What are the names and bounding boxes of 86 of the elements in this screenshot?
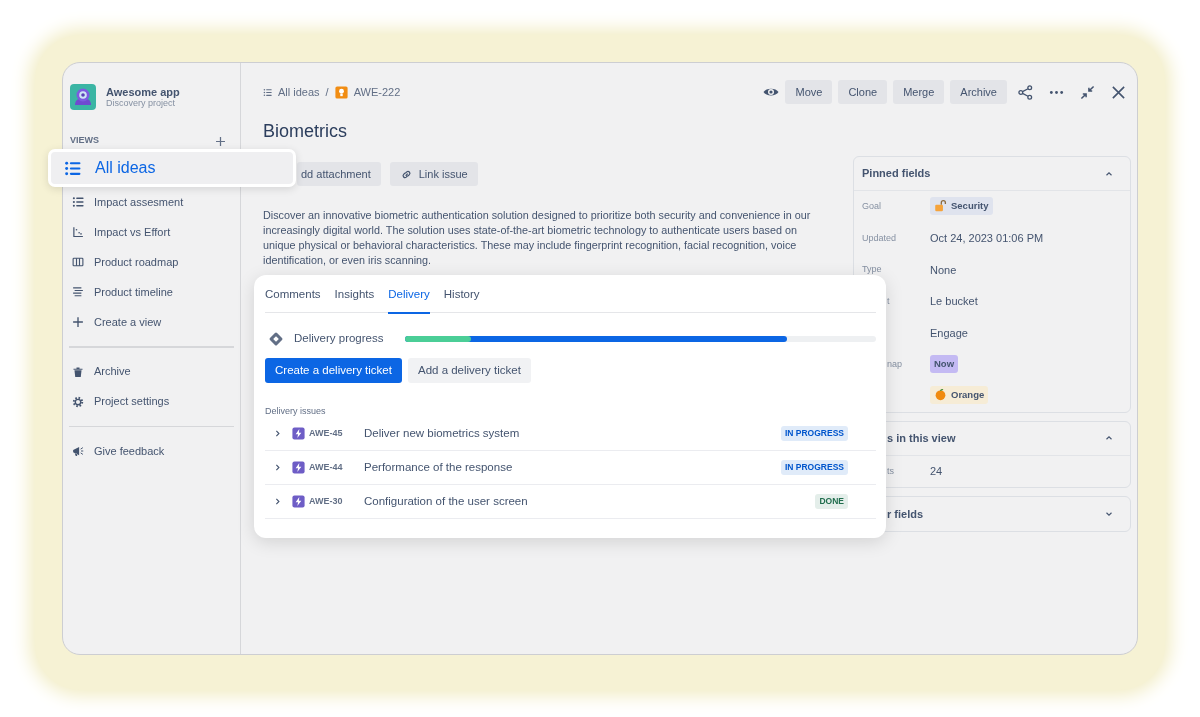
panel-title: s in this view (887, 430, 956, 446)
bolt-icon (292, 461, 305, 474)
chart-icon (72, 226, 84, 238)
action-button[interactable]: Clone (838, 80, 888, 104)
settings-icon (72, 395, 84, 408)
progress-label: Delivery progress (294, 331, 384, 347)
action-button[interactable]: Merge (893, 80, 945, 104)
lock-icon (934, 199, 947, 213)
field-tag: Security (930, 196, 993, 215)
plus-icon (72, 316, 84, 328)
issue-key: AWE-30 (309, 494, 364, 509)
section-heading: Delivery issues (265, 405, 327, 417)
sidebar-item[interactable]: All ideas (48, 149, 296, 187)
issue-row[interactable]: AWE-30 Configuration of the user screen DONE (265, 485, 876, 519)
app-name: Awesome app (106, 85, 180, 98)
field-label: Goal (862, 201, 881, 211)
tab[interactable]: Insights (334, 275, 375, 314)
bolt-icon (292, 495, 305, 508)
sidebar-item[interactable]: Archive (63, 356, 240, 387)
issue-summary: Configuration of the user screen (364, 493, 528, 509)
field-label: nap (887, 357, 903, 371)
field-tag: Now (930, 355, 959, 374)
status-lozenge: IN PROGRESS (780, 426, 848, 441)
sidebar-item[interactable]: Impact assesment (63, 187, 240, 217)
field-tag: Orange (930, 385, 989, 404)
field-label: ts (887, 464, 894, 478)
idea-icon (334, 85, 348, 99)
section-heading: VIEWS (70, 134, 99, 148)
tab[interactable]: History (443, 275, 480, 314)
collapse-icon[interactable] (1080, 84, 1095, 100)
panel-header[interactable]: Pinned fields (854, 157, 1130, 191)
field-value: Oct 24, 2023 01:06 PM (930, 232, 1044, 244)
trash-icon (72, 365, 84, 378)
action-button[interactable]: Move (785, 80, 833, 104)
project-name: Discovery project (106, 97, 176, 109)
list-icon (64, 159, 81, 177)
issue-row[interactable]: AWE-44 Performance of the response IN PROGRESS (265, 451, 876, 485)
action-button[interactable]: Archive (950, 80, 1007, 104)
status-lozenge: DONE (815, 494, 848, 509)
field-value: Le bucket (930, 295, 978, 307)
idea-title: Biometrics (263, 120, 348, 143)
close-icon[interactable] (1111, 84, 1126, 100)
breadcrumb-link[interactable]: All ideas (278, 83, 320, 101)
ticket-button[interactable]: Add a delivery ticket (407, 358, 531, 383)
issue-summary: Deliver new biometrics system (364, 425, 520, 441)
plus-icon[interactable] (215, 135, 226, 147)
sidebar-item[interactable]: Impact vs Effort (63, 217, 240, 247)
share-icon[interactable] (1018, 84, 1033, 100)
chevron-right-icon[interactable] (273, 497, 282, 506)
chevron-right-icon[interactable] (273, 429, 282, 438)
sidebar-item[interactable]: Product roadmap (63, 247, 240, 277)
panel-title: Pinned fields (862, 166, 931, 182)
field-label: Type (862, 264, 882, 274)
sidebar-item[interactable]: Project settings (63, 386, 240, 417)
sidebar-item[interactable]: Create a view (63, 307, 240, 337)
issue-key: AWE-45 (309, 426, 364, 441)
issue-key: AWE-44 (309, 460, 364, 475)
list-icon (72, 196, 84, 208)
issue-row[interactable]: AWE-45 Deliver new biometrics system IN PROGRESS (265, 417, 876, 451)
tab[interactable]: Comments (265, 275, 321, 314)
fruit-icon (934, 388, 947, 402)
field-label: t (887, 294, 890, 308)
ticket-button[interactable]: Create a delivery ticket (265, 358, 402, 383)
field-label: Updated (862, 232, 897, 243)
breadcrumb-separator: / (325, 84, 329, 100)
idea-description: Discover an innovative biometric authentication solution designed to prioritize both security and convenience in our increasingly digital world. The solution uses state-of-the-art biometric technology to authenticate users based on unique physical or behavioral characteristics. These may include fingerprint recognition, facial recognition, voice identification, or even iris scanning. (263, 208, 812, 268)
sidebar-item[interactable]: Product timeline (63, 277, 240, 307)
app-logo (70, 84, 96, 110)
panel-header[interactable]: r fields (854, 497, 1130, 531)
status-lozenge: IN PROGRESS (780, 460, 848, 475)
field-value: None (930, 263, 957, 276)
columns-icon (72, 256, 84, 268)
panel-title: r fields (887, 506, 924, 522)
field-value: 24 (930, 465, 943, 477)
action-button[interactable]: dd attachment (297, 162, 381, 186)
tab[interactable]: Delivery (388, 275, 430, 314)
list-icon (263, 87, 272, 97)
megaphone-icon (72, 445, 84, 457)
field-value: Engage (930, 326, 968, 339)
action-button[interactable]: Link issue (389, 162, 478, 186)
sidebar-item[interactable]: Give feedback (63, 436, 240, 466)
chevron-right-icon[interactable] (273, 463, 282, 472)
timeline-icon (72, 286, 84, 298)
bolt-icon (292, 427, 305, 440)
breadcrumb-link[interactable]: AWE-222 (353, 83, 401, 101)
issue-summary: Performance of the response (364, 459, 513, 475)
